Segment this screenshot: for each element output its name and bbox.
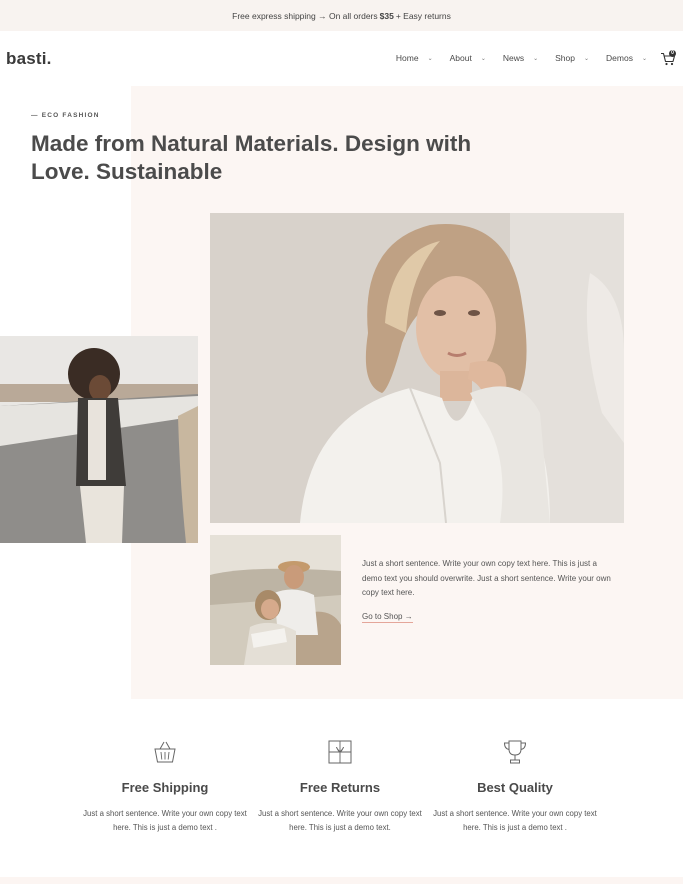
chevron-down-icon: ⌄	[533, 55, 539, 62]
hero-eyebrow: — ECO FASHION	[31, 112, 100, 119]
hero-portrait-image	[210, 213, 624, 523]
nav-item-shop[interactable]: Shop ⌄	[555, 53, 589, 63]
chevron-down-icon: ⌄	[584, 55, 590, 62]
model-on-road-image	[0, 336, 198, 543]
chevron-down-icon: ⌄	[427, 55, 433, 62]
basket-icon	[154, 741, 176, 763]
announcement-bar: Free express shipping → On all orders $3…	[0, 0, 683, 31]
hero-body-text: Just a short sentence. Write your own co…	[362, 559, 611, 597]
nav-item-news[interactable]: News ⌄	[503, 53, 538, 63]
cart-count-badge: 0	[669, 50, 676, 57]
gift-box-icon	[328, 740, 352, 764]
hero-headline: Made from Natural Materials. Design with…	[31, 131, 472, 184]
nav-label: Demos	[606, 53, 633, 63]
feature-free-shipping: Free Shipping Just a short sentence. Wri…	[80, 738, 250, 835]
feature-text: Just a short sentence. Write your own co…	[433, 809, 597, 832]
nav-item-home[interactable]: Home ⌄	[396, 53, 433, 63]
feature-text: Just a short sentence. Write your own co…	[83, 809, 247, 832]
announcement-text: Free express shipping → On all orders	[232, 10, 378, 21]
nav-label: Home	[395, 53, 419, 63]
nav-item-about[interactable]: About ⌄	[450, 53, 486, 63]
feature-title: Free Returns	[299, 780, 381, 795]
nav-label: Shop	[555, 53, 575, 63]
main-nav: Home ⌄ About ⌄ News ⌄ Shop ⌄ Demos ⌄	[396, 53, 647, 63]
announcement-amount: $35	[379, 10, 394, 21]
site-logo[interactable]: basti.	[6, 49, 52, 69]
site-header: basti. Home ⌄ About ⌄ News ⌄ Shop ⌄ Demo…	[0, 31, 683, 87]
chevron-down-icon: ⌄	[641, 55, 647, 62]
nav-label: About	[449, 53, 472, 63]
nav-label: News	[502, 53, 525, 63]
feature-title: Best Quality	[477, 780, 553, 795]
feature-text: Just a short sentence. Write your own co…	[258, 809, 422, 832]
trophy-icon	[503, 740, 527, 764]
footer-strip	[0, 877, 683, 884]
go-to-shop-link[interactable]: Go to Shop →	[362, 612, 413, 623]
announcement-text-end: + Easy returns	[395, 10, 451, 21]
chevron-down-icon: ⌄	[480, 55, 486, 62]
couple-reading-image	[210, 535, 341, 665]
feature-title: Free Shipping	[121, 780, 209, 795]
nav-item-demos[interactable]: Demos ⌄	[606, 53, 647, 63]
feature-best-quality: Best Quality Just a short sentence. Writ…	[430, 738, 600, 835]
feature-free-returns: Free Returns Just a short sentence. Writ…	[255, 738, 425, 835]
